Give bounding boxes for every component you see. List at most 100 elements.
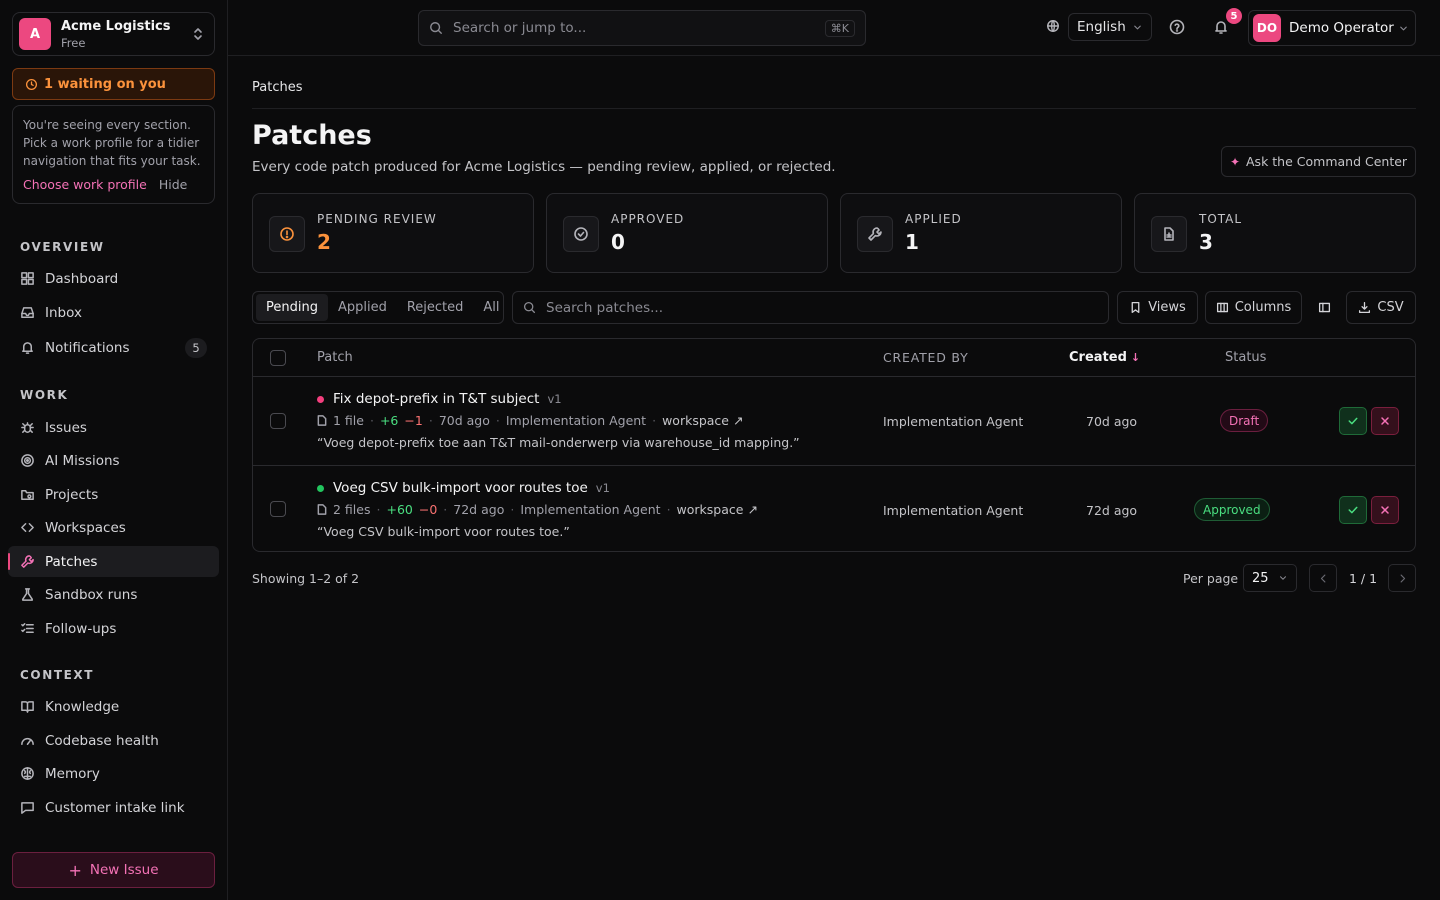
column-created[interactable]: Created ↓ <box>1069 350 1140 365</box>
globe-icon[interactable] <box>1046 19 1060 33</box>
help-icon[interactable] <box>1169 19 1185 35</box>
choose-work-profile-link[interactable]: Choose work profile <box>23 176 147 194</box>
sidebar-item-customer-intake-link[interactable]: Customer intake link <box>8 792 219 823</box>
sidebar-item-label: Notifications <box>45 339 130 356</box>
file-icon <box>317 415 327 426</box>
workspace-link-label: workspace <box>676 502 744 517</box>
separator: · <box>369 413 374 428</box>
lines-added: +60 <box>386 502 413 517</box>
select-all-checkbox[interactable] <box>270 350 286 366</box>
column-patch[interactable]: Patch <box>317 350 353 365</box>
close-icon <box>1381 417 1389 425</box>
sidebar-item-label: Sandbox runs <box>45 586 138 603</box>
bell-icon[interactable] <box>1213 19 1229 35</box>
language-select[interactable]: English <box>1068 13 1152 41</box>
stat-value: 0 <box>611 230 625 254</box>
row-checkbox[interactable] <box>270 413 286 429</box>
tab-all[interactable]: All <box>473 294 509 321</box>
sidebar-item-inbox[interactable]: Inbox <box>8 297 219 328</box>
breadcrumb[interactable]: Patches <box>252 80 302 95</box>
approve-button[interactable] <box>1339 496 1367 524</box>
tab-applied[interactable]: Applied <box>328 294 397 321</box>
stat-value: 3 <box>1199 230 1213 254</box>
sidebar-item-ai-missions[interactable]: AI Missions <box>8 445 219 476</box>
bell-icon <box>22 342 33 354</box>
sidebar-item-patches[interactable]: Patches <box>8 546 219 577</box>
separator: · <box>666 502 671 517</box>
reject-button[interactable] <box>1371 407 1399 435</box>
workspace-link[interactable]: workspace ↗ <box>662 413 743 428</box>
page-title: Patches <box>252 120 372 151</box>
created-at: 70d ago <box>1086 414 1138 429</box>
reject-button[interactable] <box>1371 496 1399 524</box>
waiting-label: 1 waiting on you <box>44 76 166 92</box>
patch-search-input[interactable]: Search patches... <box>512 291 1109 324</box>
hide-hint-link[interactable]: Hide <box>159 176 188 194</box>
inbox-icon <box>21 307 34 318</box>
patch-title[interactable]: Voeg CSV bulk-import voor routes toe v1 <box>317 480 610 496</box>
table-row[interactable]: Fix depot-prefix in T&T subject v1 1 fil… <box>253 377 1415 465</box>
workspace-link[interactable]: workspace ↗ <box>677 502 758 517</box>
table-row[interactable]: Voeg CSV bulk-import voor routes toe v1 … <box>253 465 1415 551</box>
sidebar-item-dashboard[interactable]: Dashboard <box>8 263 219 294</box>
lines-removed: −0 <box>418 502 438 517</box>
patch-description: “Voeg depot-prefix toe aan T&T mail-onde… <box>317 435 800 450</box>
external-link-icon: ↗ <box>732 413 744 428</box>
message-icon <box>21 802 34 814</box>
sidebar-item-memory[interactable]: Memory <box>8 758 219 789</box>
next-page-button[interactable] <box>1388 564 1416 592</box>
per-page-select[interactable]: 25 <box>1243 564 1297 592</box>
sidebar-item-sandbox-runs[interactable]: Sandbox runs <box>8 579 219 610</box>
patch-meta: 2 files · +60 −0 · 72d ago · Implementat… <box>317 502 758 517</box>
check-icon <box>1348 506 1358 514</box>
columns-button[interactable]: Columns <box>1205 291 1302 324</box>
patch-agent: Implementation Agent <box>520 502 661 517</box>
sidebar-item-label: Workspaces <box>45 519 126 536</box>
sidebar-item-projects[interactable]: Projects <box>8 479 219 510</box>
sidebar-item-workspaces[interactable]: Workspaces <box>8 512 219 543</box>
waiting-on-you-banner[interactable]: 1 waiting on you <box>12 68 215 100</box>
gauge-icon <box>21 737 34 745</box>
code-icon <box>21 523 34 532</box>
plus-icon: + <box>68 860 82 880</box>
status-dot <box>317 484 324 492</box>
sidebar-item-issues[interactable]: Issues <box>8 412 219 443</box>
sidebar-item-label: Knowledge <box>45 698 120 715</box>
global-search-input[interactable]: Search or jump to... ⌘K <box>418 10 866 46</box>
check-icon <box>1348 417 1358 425</box>
sidebar-item-knowledge[interactable]: Knowledge <box>8 691 219 722</box>
book-icon <box>21 701 34 713</box>
panel-toggle-button[interactable] <box>1309 291 1339 324</box>
ask-command-center-button[interactable]: ✦ Ask the Command Center <box>1221 146 1416 177</box>
previous-page-button[interactable] <box>1309 564 1337 592</box>
patch-version: v1 <box>595 481 610 495</box>
tab-pending[interactable]: Pending <box>256 294 328 321</box>
sidebar-item-notifications[interactable]: Notifications 5 <box>8 332 219 363</box>
sidebar-item-codebase-health[interactable]: Codebase health <box>8 725 219 756</box>
clock-icon <box>25 78 38 90</box>
new-issue-button[interactable]: + New Issue <box>12 852 215 888</box>
patch-title[interactable]: Fix depot-prefix in T&T subject v1 <box>317 391 562 407</box>
org-switcher[interactable]: A Acme Logistics Free <box>12 12 215 56</box>
section-overview: OVERVIEW <box>20 240 105 254</box>
sidebar-item-follow-ups[interactable]: Follow-ups <box>8 613 219 644</box>
search-icon <box>523 301 536 314</box>
patch-meta: 1 file · +6 −1 · 70d ago · Implementatio… <box>317 413 743 428</box>
stat-value: 2 <box>317 230 331 254</box>
approve-button[interactable] <box>1339 407 1367 435</box>
sidebar-item-label: Patches <box>45 553 98 570</box>
bookmark-icon <box>1131 301 1140 314</box>
page-indicator: 1 / 1 <box>1349 571 1378 586</box>
user-menu[interactable]: DO Demo Operator <box>1248 10 1416 46</box>
tab-rejected[interactable]: Rejected <box>397 294 474 321</box>
created-at: 72d ago <box>1086 503 1138 518</box>
row-checkbox[interactable] <box>270 501 286 517</box>
status-dot <box>317 395 324 403</box>
avatar: DO <box>1253 14 1281 42</box>
csv-export-button[interactable]: CSV <box>1346 291 1416 324</box>
column-status[interactable]: Status <box>1225 350 1266 365</box>
csv-label: CSV <box>1377 300 1404 315</box>
views-button[interactable]: Views <box>1117 291 1198 324</box>
column-created-by[interactable]: CREATED BY <box>883 350 969 365</box>
columns-label: Columns <box>1234 300 1292 315</box>
